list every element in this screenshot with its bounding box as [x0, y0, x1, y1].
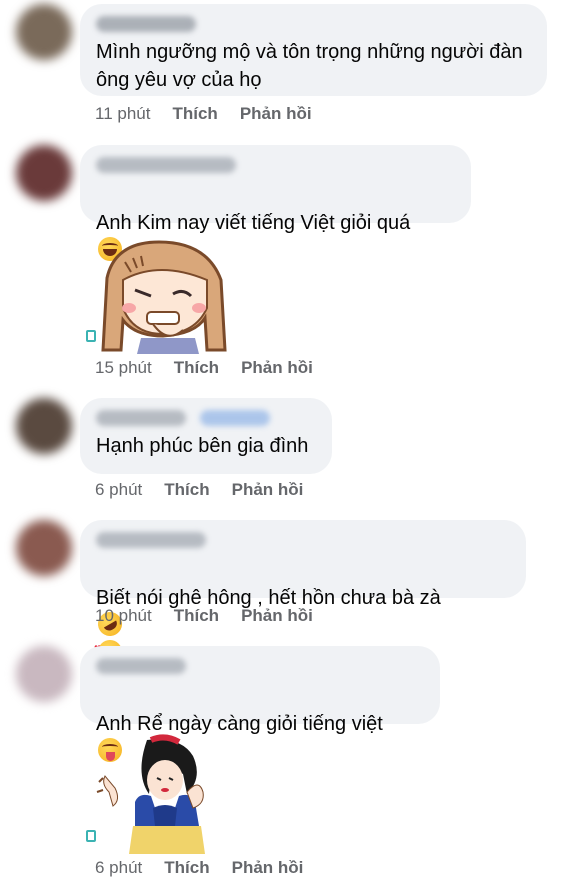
commenter-name[interactable]	[96, 410, 186, 426]
reply-button[interactable]: Phản hồi	[232, 480, 304, 500]
comment-meta: 6 phút Thích Phản hồi	[95, 480, 303, 500]
commenter-name[interactable]	[96, 16, 196, 32]
like-button[interactable]: Thích	[164, 480, 209, 500]
comment-meta: 11 phút Thích Phản hồi	[95, 104, 312, 124]
princess-sticker	[96, 734, 205, 854]
commenter-avatar[interactable]	[16, 520, 72, 576]
like-button[interactable]: Thích	[174, 606, 219, 626]
comment-text-content: Anh Rể ngày càng giỏi tiếng việt	[96, 713, 383, 735]
commenter-name[interactable]	[96, 658, 186, 674]
comment-text-content: Anh Kim nay viết tiếng Việt giỏi quá	[96, 212, 411, 234]
comment-time[interactable]: 6 phút	[95, 858, 142, 878]
comment-bubble: Hạnh phúc bên gia đình	[80, 398, 332, 474]
like-button[interactable]: Thích	[174, 358, 219, 378]
comment-time[interactable]: 10 phút	[95, 606, 152, 626]
like-button[interactable]: Thích	[172, 104, 217, 124]
sticker-icon	[86, 330, 96, 342]
comment-text: Hạnh phúc bên gia đình	[96, 435, 309, 457]
comment-time[interactable]: 6 phút	[95, 480, 142, 500]
comment-meta: 10 phút Thích Phản hồi	[95, 606, 313, 626]
comment-time[interactable]: 15 phút	[95, 358, 152, 378]
comment-bubble: Mình ngưỡng mộ và tôn trọng những người …	[80, 4, 547, 96]
reply-button[interactable]: Phản hồi	[232, 858, 304, 878]
commenter-name[interactable]	[96, 532, 206, 548]
comment-bubble: Anh Kim nay viết tiếng Việt giỏi quá	[80, 145, 471, 261]
reply-button[interactable]: Phản hồi	[241, 606, 313, 626]
girl-sticker	[101, 240, 227, 354]
follow-link[interactable]	[200, 410, 270, 426]
sticker-icon	[86, 830, 96, 842]
commenter-avatar[interactable]	[16, 646, 72, 702]
comment-meta: 6 phút Thích Phản hồi	[95, 858, 303, 878]
comment-bubble: Biết nói ghê hông , hết hồn chưa bà zà	[80, 520, 526, 668]
commenter-avatar[interactable]	[16, 4, 72, 60]
reply-button[interactable]: Phản hồi	[240, 104, 312, 124]
like-button[interactable]: Thích	[164, 858, 209, 878]
commenter-avatar[interactable]	[16, 145, 72, 201]
comment-bubble: Anh Rể ngày càng giỏi tiếng việt	[80, 646, 440, 762]
comment-text: Mình ngưỡng mộ và tôn trọng những người …	[96, 41, 523, 91]
comment-time[interactable]: 11 phút	[95, 104, 150, 124]
reply-button[interactable]: Phản hồi	[241, 358, 313, 378]
commenter-name[interactable]	[96, 157, 236, 173]
comment-meta: 15 phút Thích Phản hồi	[95, 358, 313, 378]
commenter-avatar[interactable]	[16, 398, 72, 454]
